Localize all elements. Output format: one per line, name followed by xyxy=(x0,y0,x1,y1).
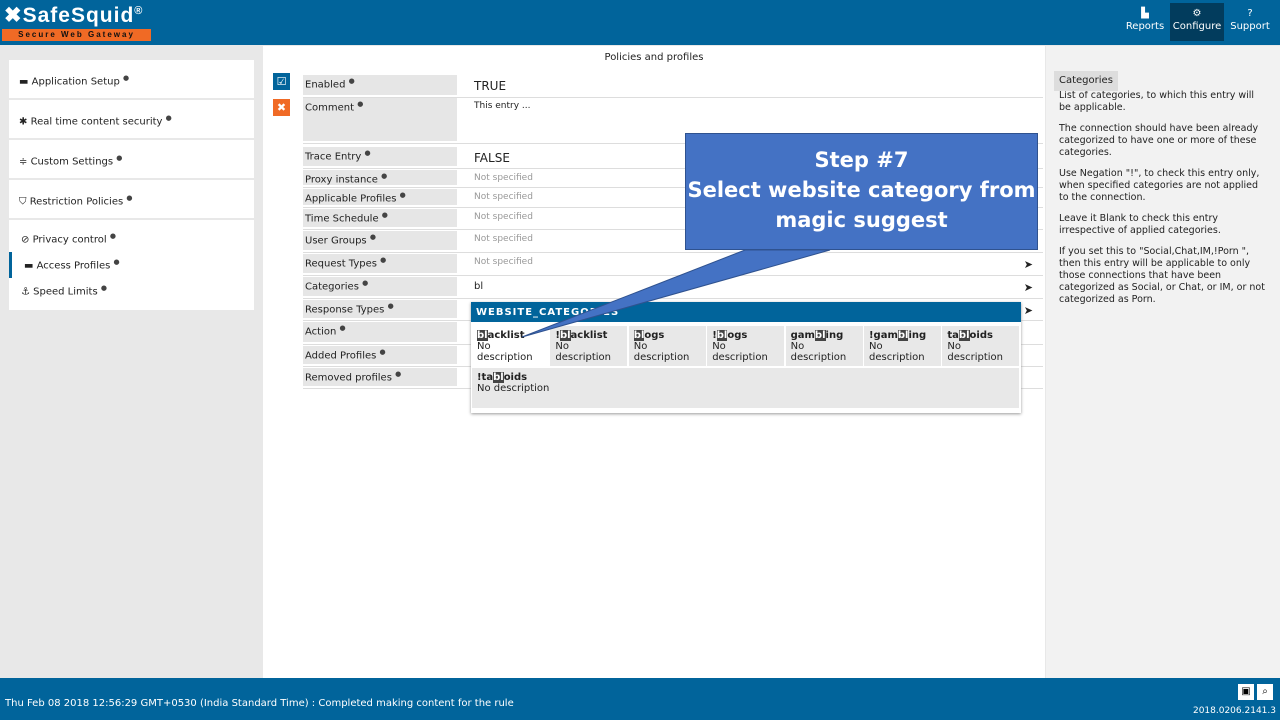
callout-pointer xyxy=(521,249,831,338)
status-bar: Thu Feb 08 2018 12:56:29 GMT+0530 (India… xyxy=(0,678,1280,720)
save-config-button[interactable]: ▣ xyxy=(1238,684,1254,700)
save-icon: ▣ xyxy=(1241,686,1251,697)
version: 2018.0206.2141.3 xyxy=(1192,706,1276,716)
search-button[interactable]: ⌕ xyxy=(1257,684,1273,700)
search-icon: ⌕ xyxy=(1262,686,1268,697)
status-text: Thu Feb 08 2018 12:56:29 GMT+0530 (India… xyxy=(5,698,514,709)
